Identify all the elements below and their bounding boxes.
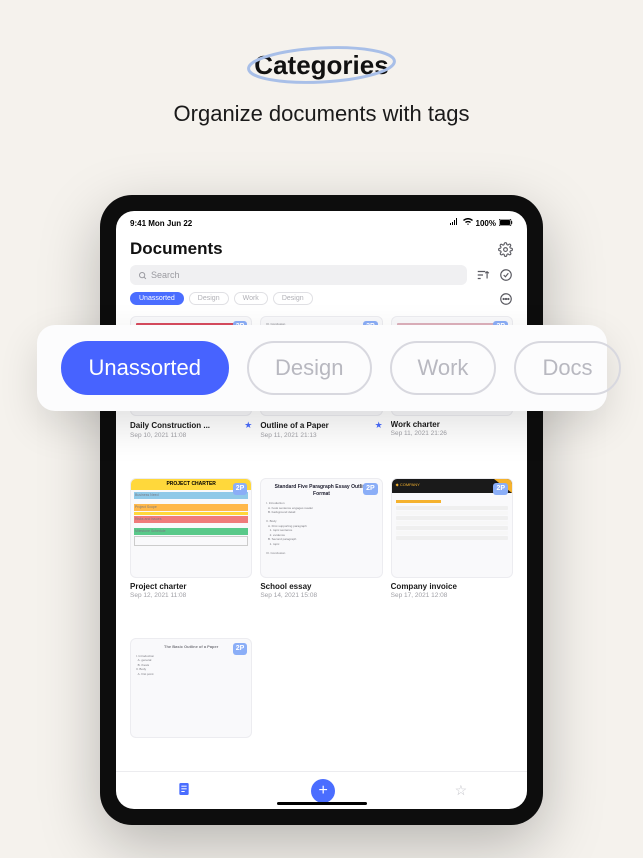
- battery-icon: [499, 219, 513, 228]
- star-icon: ★: [375, 420, 383, 431]
- search-row: Search: [116, 263, 527, 289]
- wifi-icon: [463, 218, 473, 228]
- search-icon: [138, 271, 147, 280]
- tag-docs[interactable]: Docs: [514, 341, 620, 395]
- doc-title: Company invoice: [391, 582, 513, 591]
- star-icon: ★: [244, 420, 252, 431]
- hero-subtitle: Organize documents with tags: [0, 101, 643, 127]
- sort-icon[interactable]: [475, 268, 490, 283]
- documents-tab-icon[interactable]: [176, 781, 192, 800]
- tag-unassorted[interactable]: Unassorted: [61, 341, 230, 395]
- doc-card[interactable]: The Basic Outline of a Paper I. Introduc…: [130, 638, 252, 767]
- tag-work[interactable]: Work: [390, 341, 497, 395]
- favorites-tab-icon[interactable]: ☆: [455, 782, 468, 799]
- search-input[interactable]: Search: [130, 265, 467, 285]
- search-placeholder: Search: [151, 270, 180, 280]
- more-icon[interactable]: [498, 291, 513, 306]
- chip-work[interactable]: Work: [234, 292, 268, 305]
- chip-design-2[interactable]: Design: [273, 292, 313, 305]
- doc-thumbnail: ◆ COMPANY 2P: [391, 478, 513, 578]
- doc-card[interactable]: ◆ COMPANY 2P Company invoice: [391, 478, 513, 628]
- tablet-screen: 9:41 Mon Jun 22 100% Documents: [116, 211, 527, 809]
- doc-date: Sep 11, 2021 21:13: [260, 432, 382, 439]
- doc-date: Sep 10, 2021 11:08: [130, 432, 252, 439]
- doc-card[interactable]: PROJECT CHARTER Business Need Project Sc…: [130, 478, 252, 628]
- doc-date: Sep 12, 2021 11:08: [130, 592, 252, 599]
- battery-label: 100%: [476, 219, 496, 228]
- doc-thumbnail: PROJECT CHARTER Business Need Project Sc…: [130, 478, 252, 578]
- tablet-frame: 9:41 Mon Jun 22 100% Documents: [100, 195, 543, 825]
- doc-date: Sep 14, 2021 15:08: [260, 592, 382, 599]
- doc-title: Outline of a Paper: [260, 421, 371, 430]
- doc-title: Daily Construction ...: [130, 421, 241, 430]
- status-time: 9:41 Mon Jun 22: [130, 219, 192, 228]
- pages-badge: 2P: [233, 643, 248, 655]
- chip-unassorted[interactable]: Unassorted: [130, 292, 184, 305]
- tag-design[interactable]: Design: [247, 341, 371, 395]
- tag-selector-card: Unassorted Design Work Docs: [37, 325, 607, 411]
- doc-card[interactable]: Standard Five Paragraph Essay Outline Fo…: [260, 478, 382, 628]
- status-bar: 9:41 Mon Jun 22 100%: [116, 211, 527, 231]
- doc-thumbnail: The Basic Outline of a Paper I. Introduc…: [130, 638, 252, 738]
- doc-title: Project charter: [130, 582, 252, 591]
- doc-date: Sep 17, 2021 12:08: [391, 592, 513, 599]
- chip-design[interactable]: Design: [189, 292, 229, 305]
- tag-chips-row: Unassorted Design Work Design: [116, 289, 527, 312]
- home-indicator: [277, 802, 367, 805]
- pages-badge: 2P: [493, 483, 508, 495]
- pages-badge: 2P: [233, 483, 248, 495]
- doc-thumbnail: Standard Five Paragraph Essay Outline Fo…: [260, 478, 382, 578]
- doc-title: School essay: [260, 582, 382, 591]
- signal-icon: [450, 218, 460, 228]
- title-highlight-oval: [244, 44, 399, 86]
- select-icon[interactable]: [498, 268, 513, 283]
- doc-title: Work charter: [391, 420, 513, 429]
- pages-badge: 2P: [363, 483, 378, 495]
- page-title: Documents: [130, 239, 223, 259]
- gear-icon[interactable]: [498, 242, 513, 257]
- app-header: Documents: [116, 231, 527, 263]
- doc-date: Sep 11, 2021 21:26: [391, 430, 513, 437]
- add-button[interactable]: +: [311, 779, 335, 803]
